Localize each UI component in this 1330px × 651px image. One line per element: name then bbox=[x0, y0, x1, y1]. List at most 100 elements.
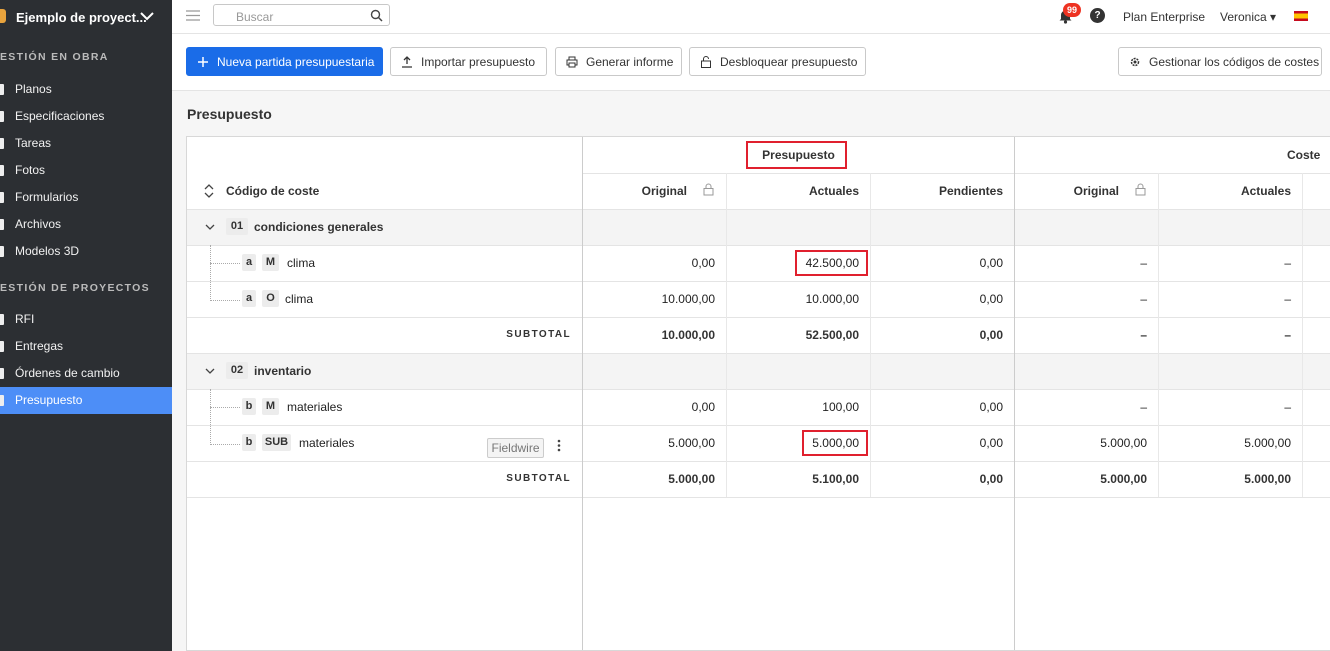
highlight-box bbox=[795, 250, 868, 276]
cell-original[interactable]: 10.000,00 bbox=[583, 292, 715, 306]
main-content: Presupuesto Presupuesto Coste Código de … bbox=[172, 91, 1330, 651]
subtotal-original: 10.000,00 bbox=[661, 328, 715, 342]
sidebar-item-modelos-3d[interactable]: Modelos 3D bbox=[0, 238, 172, 265]
cell-coste-original[interactable]: – bbox=[1015, 256, 1147, 270]
manage-cost-codes-button[interactable]: Gestionar los códigos de costes bbox=[1118, 47, 1322, 76]
sidebar-item-ordenes-de-cambio[interactable]: Órdenes de cambio bbox=[0, 360, 172, 387]
cell-coste-actuales[interactable]: – bbox=[1159, 292, 1291, 306]
cube-icon bbox=[0, 246, 4, 257]
subtotal-pendientes: 0,00 bbox=[979, 328, 1003, 342]
cell-coste-original[interactable]: – bbox=[1015, 400, 1147, 414]
col-header-actuales[interactable]: Actuales bbox=[727, 184, 859, 198]
cell-coste-actuales[interactable]: – bbox=[1159, 256, 1291, 270]
cell-actuales[interactable]: 100,00 bbox=[727, 400, 859, 414]
project-selector[interactable]: Ejemplo de proyect... bbox=[0, 0, 172, 34]
rfi-icon bbox=[0, 314, 4, 325]
cell-pendientes[interactable]: 0,00 bbox=[871, 256, 1003, 270]
col-header-pendientes[interactable]: Pendientes bbox=[871, 184, 1003, 198]
cell-coste-actuales[interactable]: – bbox=[1159, 400, 1291, 414]
subtotal-label: SUBTOTAL bbox=[506, 329, 571, 340]
row-type-tag: M bbox=[262, 398, 279, 415]
row-name[interactable]: materiales bbox=[287, 400, 342, 414]
cell-original[interactable]: 0,00 bbox=[583, 400, 715, 414]
hamburger-menu-icon[interactable] bbox=[186, 10, 200, 21]
cell-actuales[interactable]: 10.000,00 bbox=[727, 292, 859, 306]
project-icon bbox=[0, 9, 6, 23]
new-budget-item-button[interactable]: Nueva partida presupuestaria bbox=[186, 47, 383, 76]
notification-badge: 99 bbox=[1063, 3, 1081, 17]
group-name[interactable]: inventario bbox=[254, 364, 311, 378]
row-name[interactable]: clima bbox=[285, 292, 313, 306]
files-icon bbox=[0, 219, 4, 230]
subtotal-label: SUBTOTAL bbox=[506, 473, 571, 484]
section-title-obra: ESTIÓN EN OBRA bbox=[0, 51, 109, 63]
sidebar-item-rfi[interactable]: RFI bbox=[0, 306, 172, 333]
lock-icon bbox=[1135, 183, 1146, 196]
sidebar-item-fotos[interactable]: Fotos bbox=[0, 157, 172, 184]
group-code-tag: 02 bbox=[226, 362, 248, 379]
cell-pendientes[interactable]: 0,00 bbox=[871, 400, 1003, 414]
spain-flag-icon[interactable] bbox=[1294, 11, 1308, 21]
col-header-coste-actuales[interactable]: Actuales bbox=[1159, 184, 1291, 198]
highlight-box bbox=[746, 141, 847, 169]
help-icon[interactable]: ? bbox=[1090, 8, 1105, 23]
col-header-original[interactable]: Original bbox=[583, 184, 687, 198]
sidebar-item-entregas[interactable]: Entregas bbox=[0, 333, 172, 360]
sidebar-item-label: Entregas bbox=[15, 339, 64, 353]
row-letter-tag: b bbox=[242, 434, 256, 451]
plan-label[interactable]: Plan Enterprise bbox=[1123, 10, 1205, 24]
top-bar: Buscar 99 ? Plan Enterprise Veronica ▾ bbox=[172, 0, 1330, 34]
budget-icon bbox=[0, 395, 4, 406]
search-input[interactable]: Buscar bbox=[213, 4, 390, 26]
print-icon bbox=[566, 56, 578, 67]
sidebar-item-especificaciones[interactable]: Especificaciones bbox=[0, 103, 172, 130]
sidebar-item-formularios[interactable]: Formularios bbox=[0, 184, 172, 211]
sidebar-item-label: Formularios bbox=[15, 190, 79, 204]
sort-icon[interactable] bbox=[204, 184, 214, 198]
group-name[interactable]: condiciones generales bbox=[254, 220, 383, 234]
col-header-cost-code[interactable]: Código de coste bbox=[226, 184, 319, 198]
cell-original[interactable]: 0,00 bbox=[583, 256, 715, 270]
user-menu[interactable]: Veronica ▾ bbox=[1220, 10, 1276, 24]
row-name[interactable]: clima bbox=[287, 256, 315, 270]
forms-icon bbox=[0, 192, 4, 203]
col-header-coste-original[interactable]: Original bbox=[1015, 184, 1119, 198]
project-name: Ejemplo de proyect... bbox=[16, 9, 147, 25]
more-options-icon[interactable] bbox=[557, 439, 561, 452]
subtotal-actuales: 52.500,00 bbox=[805, 328, 859, 342]
subtotal-coste-original: 5.000,00 bbox=[1100, 472, 1147, 486]
sidebar-item-label: Tareas bbox=[15, 136, 52, 150]
plus-icon bbox=[198, 56, 208, 67]
import-budget-button[interactable]: Importar presupuesto bbox=[390, 47, 547, 76]
specs-icon bbox=[0, 111, 4, 122]
sidebar-item-presupuesto[interactable]: Presupuesto bbox=[0, 387, 172, 414]
row-type-tag: M bbox=[262, 254, 279, 271]
generate-report-button[interactable]: Generar informe bbox=[555, 47, 682, 76]
sidebar-item-label: Modelos 3D bbox=[15, 244, 80, 258]
tasks-icon bbox=[0, 138, 4, 149]
sidebar-item-label: Especificaciones bbox=[15, 109, 105, 123]
sidebar-item-tareas[interactable]: Tareas bbox=[0, 130, 172, 157]
cell-pendientes[interactable]: 0,00 bbox=[871, 436, 1003, 450]
unlock-icon bbox=[701, 55, 711, 68]
sidebar-item-archivos[interactable]: Archivos bbox=[0, 211, 172, 238]
highlight-box bbox=[802, 430, 868, 456]
cell-coste-original[interactable]: – bbox=[1015, 292, 1147, 306]
chevron-down-icon[interactable] bbox=[205, 367, 215, 375]
cell-coste-actuales[interactable]: 5.000,00 bbox=[1159, 436, 1291, 450]
fieldwire-badge: Fieldwire bbox=[487, 438, 544, 458]
lock-icon bbox=[703, 183, 714, 196]
photos-icon bbox=[0, 165, 4, 176]
button-label: Gestionar los códigos de costes bbox=[1149, 54, 1320, 69]
button-label: Desbloquear presupuesto bbox=[720, 54, 858, 69]
sidebar-item-label: Planos bbox=[15, 82, 52, 96]
search-icon[interactable] bbox=[370, 9, 383, 22]
chevron-down-icon[interactable] bbox=[205, 223, 215, 231]
cell-pendientes[interactable]: 0,00 bbox=[871, 292, 1003, 306]
plans-icon bbox=[0, 84, 4, 95]
cell-coste-original[interactable]: 5.000,00 bbox=[1015, 436, 1147, 450]
sidebar-item-planos[interactable]: Planos bbox=[0, 76, 172, 103]
row-name[interactable]: materiales bbox=[299, 436, 354, 450]
cell-original[interactable]: 5.000,00 bbox=[583, 436, 715, 450]
unlock-budget-button[interactable]: Desbloquear presupuesto bbox=[689, 47, 866, 76]
